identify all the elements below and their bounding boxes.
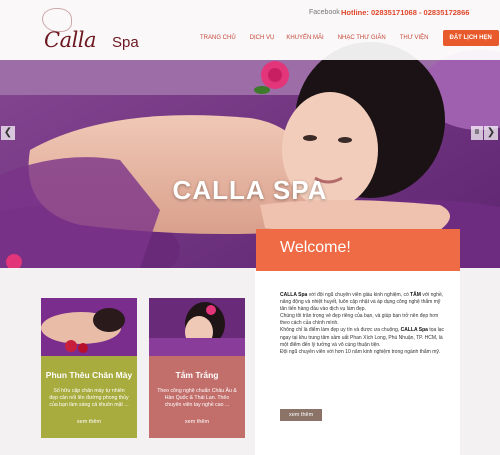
nav-item-promotions[interactable]: KHUYẾN MÃI xyxy=(286,35,323,41)
card-description: Theo công nghệ chuẩn Châu Âu & Hàn Quốc … xyxy=(157,388,237,408)
welcome-more-button[interactable]: xem thêm xyxy=(280,409,323,421)
nav-item-music[interactable]: NHẠC THƯ GIÃN xyxy=(338,35,386,41)
welcome-title: Welcome! xyxy=(280,239,351,256)
card-title: Phun Thêu Chân Mày xyxy=(45,370,133,380)
site-header: Calla Spa Facebook Hotline: 02835171068 … xyxy=(0,0,500,60)
card-image xyxy=(149,298,245,356)
slider-pause-button[interactable]: II xyxy=(471,126,483,140)
book-appointment-button[interactable]: ĐẶT LỊCH HẸN xyxy=(442,30,499,46)
hero-title: CALLA SPA xyxy=(172,175,328,205)
logo-script: Calla xyxy=(44,28,97,52)
nav-item-services[interactable]: DỊCH VỤ xyxy=(250,35,275,41)
brand-name: CALLA Spa xyxy=(400,327,428,334)
emphasis: TÂM xyxy=(410,292,421,298)
hotline: Hotline: 02835171068 - 02835172866 xyxy=(341,8,470,17)
welcome-paragraph: CALLA Spa với đội ngũ chuyên viên giàu k… xyxy=(280,292,445,313)
service-card-eyebrow[interactable]: Phun Thêu Chân Mày Số hữu cặp chân mày t… xyxy=(41,298,137,438)
logo-spa: Spa xyxy=(112,34,139,51)
logo[interactable]: Calla Spa xyxy=(40,8,150,52)
slider-next-button[interactable]: ❯ xyxy=(484,126,498,140)
nav-item-gallery[interactable]: THƯ VIỆN xyxy=(400,35,429,41)
welcome-paragraph: Chúng tôi trân trọng vẻ đẹp riêng của bạ… xyxy=(280,313,439,327)
card-more-link[interactable]: xem thêm xyxy=(149,419,245,425)
nav-item-home[interactable]: TRANG CHỦ xyxy=(200,35,236,41)
welcome-paragraph: Đội ngũ chuyên viên với hơn 10 năm kinh … xyxy=(280,348,441,355)
text-span: với đội ngũ chuyên viên giàu kinh nghiệm… xyxy=(307,292,411,298)
service-card-whitening[interactable]: Tắm Trắng Theo công nghệ chuẩn Châu Âu &… xyxy=(149,298,245,438)
text-span: Không chỉ là điểm làm đẹp uy tín và được… xyxy=(280,327,401,334)
welcome-text: CALLA Spa với đội ngũ chuyên viên giàu k… xyxy=(280,292,445,356)
brand-name: CALLA Spa xyxy=(280,292,308,298)
facebook-link[interactable]: Facebook xyxy=(309,9,340,16)
card-image xyxy=(41,298,137,356)
card-description: Số hữu cặp chân mày tự nhiên đẹp cân nối… xyxy=(49,388,129,408)
card-more-link[interactable]: xem thêm xyxy=(41,419,137,425)
welcome-header: Welcome! xyxy=(256,229,460,271)
welcome-paragraph: Không chỉ là điểm làm đẹp uy tín và được… xyxy=(280,327,445,348)
main-nav: TRANG CHỦ DỊCH VỤ KHUYẾN MÃI NHẠC THƯ GI… xyxy=(200,30,499,46)
slider-prev-button[interactable]: ❮ xyxy=(1,126,15,140)
card-title: Tắm Trắng xyxy=(175,370,219,380)
